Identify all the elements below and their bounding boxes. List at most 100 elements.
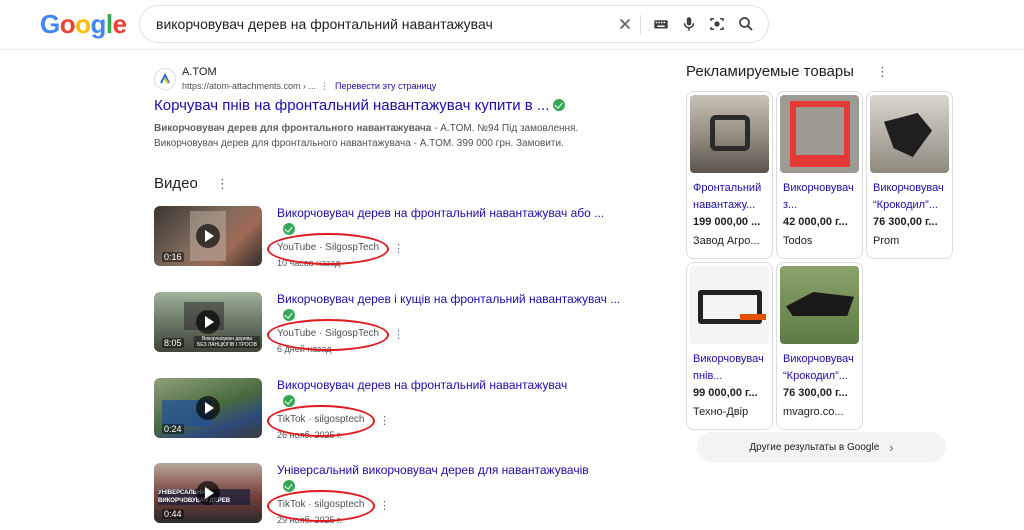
play-icon[interactable] (196, 310, 220, 334)
product-image[interactable] (780, 95, 859, 173)
product-title[interactable]: Викорчовувач пнів... (693, 351, 769, 385)
video-title-link[interactable]: Викорчовувач дерев на фронтальний навант… (277, 206, 604, 220)
video-result[interactable]: Викорчовувач дерева БЕЗ ЛАНЦЮГІВ І ТРОСІ… (154, 292, 634, 364)
product-part (740, 314, 766, 320)
video-result[interactable]: УНІВЕРСАЛЬНИЙ ВИКОРЧОВУВАЧ ДЕРЕВ 0:44 Ун… (154, 463, 634, 530)
more-vert-icon[interactable]: ⋮ (379, 499, 390, 512)
chevron-right-icon: › (889, 439, 894, 455)
product-card[interactable]: Фронтальний навантажу... 199 000,00 ... З… (686, 91, 773, 259)
video-title-link[interactable]: Викорчовувач дерев на фронтальний навант… (277, 378, 567, 392)
video-result[interactable]: 0:24 Викорчовувач дерев на фронтальний н… (154, 378, 634, 450)
video-thumbnail[interactable]: 0:16 (154, 206, 262, 266)
video-source: TikTok · silgosptech (277, 414, 365, 425)
title-line[interactable]: Викорчовувач (873, 180, 949, 197)
title-line[interactable]: з... (783, 197, 859, 214)
title-line[interactable]: Фронтальний (693, 180, 769, 197)
product-price: 42 000,00 г... (783, 216, 848, 228)
video-duration: 8:05 (162, 338, 184, 348)
clear-icon[interactable] (616, 15, 634, 33)
product-price: 99 000,00 г... (693, 387, 758, 399)
site-name[interactable]: A.TOM (182, 66, 217, 78)
product-price: 76 300,00 г... (873, 216, 938, 228)
video-title-link[interactable]: Викорчовувач дерев і кущів на фронтальни… (277, 292, 620, 306)
product-image[interactable] (870, 95, 949, 173)
more-results-button[interactable]: Другие результаты в Google › (697, 432, 946, 462)
product-image[interactable] (780, 266, 859, 344)
play-icon[interactable] (196, 396, 220, 420)
video-thumbnail[interactable]: УНІВЕРСАЛЬНИЙ ВИКОРЧОВУВАЧ ДЕРЕВ 0:44 (154, 463, 262, 523)
title-line[interactable]: “Крокодил”... (783, 368, 859, 385)
ads-heading: Рекламируемые товары (686, 63, 854, 80)
translate-link[interactable]: Перевести эту страницу (335, 81, 436, 91)
title-line[interactable]: навантажу... (693, 197, 769, 214)
result-title-text[interactable]: Корчувач пнів на фронтальний навантажува… (154, 97, 549, 114)
video-date: 6 дней назад (277, 344, 332, 354)
more-vert-icon[interactable]: ⋮ (320, 81, 329, 91)
product-shape (786, 292, 854, 316)
result-title-link[interactable]: Корчувач пнів на фронтальний навантажува… (154, 97, 566, 114)
verified-icon (283, 395, 295, 407)
product-title[interactable]: Викорчовувач з... (783, 180, 859, 214)
verified-icon (283, 223, 295, 235)
product-card[interactable]: Викорчовувач з... 42 000,00 г... Todos (776, 91, 863, 259)
product-seller: Prom (873, 235, 900, 247)
video-duration: 0:24 (162, 424, 184, 434)
product-card[interactable]: Викорчовувач “Крокодил”... 76 300,00 г...… (776, 262, 863, 430)
product-price: 76 300,00 г... (783, 387, 848, 399)
video-result[interactable]: 0:16 Викорчовувач дерев на фронтальний н… (154, 206, 634, 278)
title-line[interactable]: Викорчовувач (783, 351, 859, 368)
product-title[interactable]: Фронтальний навантажу... (693, 180, 769, 214)
video-duration: 0:16 (162, 252, 184, 262)
play-icon[interactable] (196, 224, 220, 248)
url-text: https://atom-attachments.com › ... (182, 81, 317, 91)
title-line[interactable]: Викорчовувач (783, 180, 859, 197)
title-line[interactable]: пнів... (693, 368, 769, 385)
snippet-line-2: Викорчовувач дерев для фронтального нава… (154, 138, 564, 149)
keyboard-icon[interactable] (652, 15, 670, 33)
logo-letter: o (75, 9, 91, 39)
video-title-link[interactable]: Універсальний викорчовувач дерев для нав… (277, 463, 589, 477)
more-vert-icon[interactable]: ⋮ (876, 64, 889, 80)
video-date: 10 часов назад (277, 258, 341, 268)
search-input[interactable]: викорчовувач дерев на фронтальний навант… (156, 16, 493, 32)
search-icon[interactable] (737, 15, 755, 33)
more-vert-icon[interactable]: ⋮ (216, 176, 229, 192)
product-seller: Техно-Двір (693, 406, 749, 418)
snippet-line-1: - A.TOM. №94 Під замовлення. (431, 123, 579, 134)
product-seller: Todos (783, 235, 813, 247)
camera-search-icon[interactable] (708, 15, 726, 33)
product-shape (790, 101, 850, 167)
more-vert-icon[interactable]: ⋮ (393, 242, 404, 255)
product-card[interactable]: Викорчовувач “Крокодил”... 76 300,00 г...… (866, 91, 953, 259)
google-logo[interactable]: Google (40, 9, 127, 40)
product-shape (710, 115, 750, 151)
logo-letter: l (105, 9, 113, 39)
product-image[interactable] (690, 266, 769, 344)
logo-letter: g (90, 9, 107, 39)
play-icon[interactable] (196, 481, 220, 505)
videos-heading: Видео (154, 175, 198, 192)
video-duration: 0:44 (162, 509, 184, 519)
title-line[interactable]: “Крокодил”... (873, 197, 949, 214)
site-url: https://atom-attachments.com › ... ⋮ Перев… (182, 81, 436, 92)
logo-letter: G (40, 9, 60, 39)
video-thumbnail[interactable]: Викорчовувач дерева БЕЗ ЛАНЦЮГІВ І ТРОСІ… (154, 292, 262, 352)
microphone-icon[interactable] (680, 15, 698, 33)
product-title[interactable]: Викорчовувач “Крокодил”... (783, 351, 859, 385)
more-results-label[interactable]: Другие результаты в Google (749, 442, 879, 453)
more-vert-icon[interactable]: ⋮ (379, 414, 390, 427)
search-box[interactable]: викорчовувач дерев на фронтальний навант… (139, 5, 769, 43)
product-shape (884, 113, 932, 157)
result-snippet: Викорчовувач дерев для фронтального нава… (154, 121, 634, 151)
logo-letter: e (112, 9, 127, 39)
product-seller: mvagro.co... (783, 406, 844, 418)
product-image[interactable] (690, 95, 769, 173)
product-card[interactable]: Викорчовувач пнів... 99 000,00 г... Техно… (686, 262, 773, 430)
video-thumbnail[interactable]: 0:24 (154, 378, 262, 438)
product-title[interactable]: Викорчовувач “Крокодил”... (873, 180, 949, 214)
product-price: 199 000,00 ... (693, 216, 761, 228)
title-line[interactable]: Викорчовувач (693, 351, 769, 368)
video-source: YouTube · SilgospTech (277, 242, 380, 253)
thumb-caption: Викорчовувач дерева БЕЗ ЛАНЦЮГІВ І ТРОСІ… (194, 336, 260, 348)
more-vert-icon[interactable]: ⋮ (393, 328, 404, 341)
